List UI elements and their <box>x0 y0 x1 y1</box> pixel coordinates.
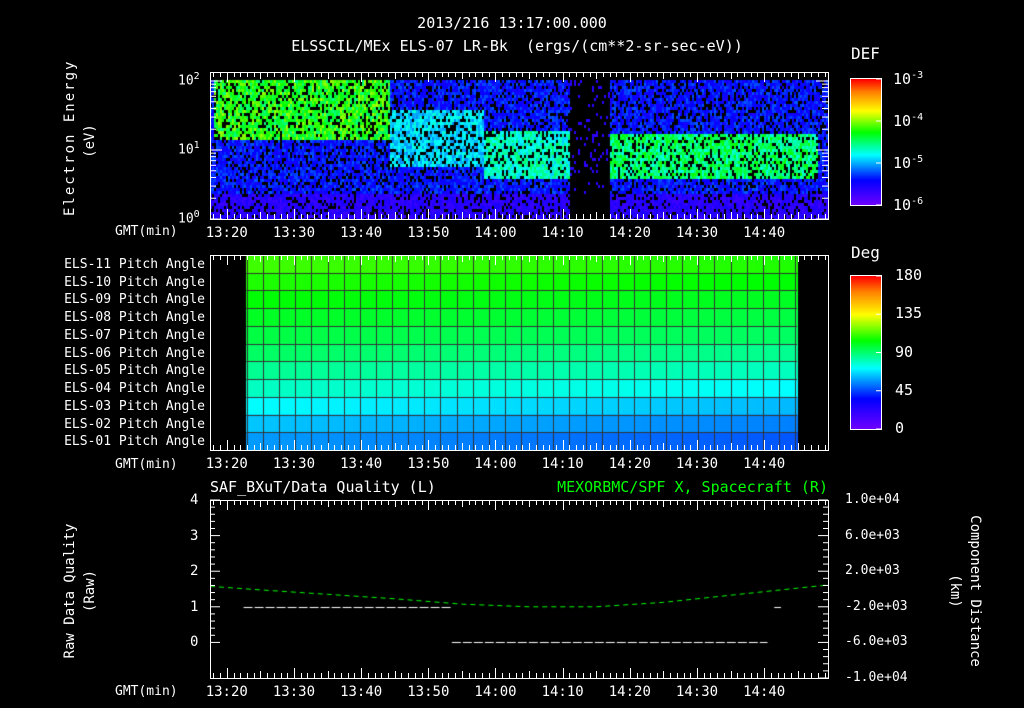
distance-tick-label: -2.0e+03 <box>845 598 908 614</box>
quality-tick-label: 0 <box>190 634 199 651</box>
spectrogram-frame <box>210 72 829 220</box>
energy-tick-label: 101 <box>178 139 200 158</box>
quality-x-tick-label: 13:40 <box>340 684 383 700</box>
pitch-x-tick-label: 13:30 <box>272 456 316 472</box>
spectrogram-x-tick-label: 13:40 <box>340 225 383 241</box>
pitch-x-tick-label: 14:20 <box>608 456 651 472</box>
quality-tick-label: 2 <box>190 563 199 580</box>
def-colorbar-tick-label: 10-6 <box>893 196 924 214</box>
pitch-x-tick-label: 13:50 <box>407 456 450 472</box>
distance-tick-label: 6.0e+03 <box>845 527 900 543</box>
spectrogram-x-tick-label: 14:00 <box>474 225 517 241</box>
deg-colorbar-tick-label: 135 <box>895 304 923 323</box>
pitch-angle-row-label: ELS-11 Pitch Angle <box>64 257 205 272</box>
energy-tick-label: 102 <box>178 70 200 89</box>
spectrogram-x-tick-label: 14:10 <box>541 225 584 241</box>
deg-colorbar-tick-label: 90 <box>895 342 914 361</box>
pitch-angle-row-label: ELS-10 Pitch Angle <box>64 274 205 290</box>
def-colorbar-tick-label: 10-5 <box>893 154 924 172</box>
pitch-x-tick-label: 14:40 <box>743 456 786 472</box>
pitch-angle-row-label: ELS-06 Pitch Angle <box>64 345 205 361</box>
spectrogram-x-tick-label: 14:20 <box>608 225 651 241</box>
spectrogram-x-tick-label: 13:20 <box>205 225 248 241</box>
def-colorbar-tick-label: 10-3 <box>893 70 924 88</box>
quality-x-tick-label: 14:00 <box>474 684 517 700</box>
quality-tick-label: 3 <box>190 527 199 544</box>
distance-tick-label: -1.0e+04 <box>845 670 908 685</box>
deg-colorbar-tick-label: 180 <box>895 266 923 284</box>
quality-tick-label: 4 <box>190 492 199 508</box>
plot-window: 2013/216 13:17:00.000 ELSSCIL/MEx ELS-07… <box>0 0 1024 708</box>
quality-frame <box>210 500 829 679</box>
pitch-x-tick-label: 13:20 <box>205 456 248 472</box>
distance-tick-label: 1.0e+04 <box>845 492 900 507</box>
spectrogram-x-tick-label: 14:30 <box>675 225 719 241</box>
pitch-angle-row-label: ELS-08 Pitch Angle <box>64 310 205 326</box>
deg-colorbar-tick-label: 0 <box>895 419 905 437</box>
quality-x-tick-label: 14:20 <box>608 684 651 700</box>
pitch-x-tick-label: 14:10 <box>541 456 584 472</box>
pitch-angle-row-label: ELS-04 Pitch Angle <box>64 381 205 397</box>
pitch-angle-row-label: ELS-05 Pitch Angle <box>64 363 205 379</box>
quality-x-tick-label: 13:20 <box>205 684 248 700</box>
pitch-x-tick-label: 13:40 <box>340 456 383 472</box>
def-colorbar-tick-label: 10-4 <box>893 112 924 130</box>
distance-tick-label: 2.0e+03 <box>845 563 900 579</box>
pitch-angle-row-label: ELS-03 Pitch Angle <box>64 398 205 414</box>
pitch-angle-row-label: ELS-02 Pitch Angle <box>64 416 205 432</box>
quality-tick-label: 1 <box>190 598 199 615</box>
spectrogram-x-tick-label: 13:30 <box>272 225 316 241</box>
pitch-angle-row-label: ELS-01 Pitch Angle <box>64 434 205 450</box>
quality-x-tick-label: 14:30 <box>675 684 719 700</box>
spectrogram-x-tick-label: 13:50 <box>407 225 450 241</box>
quality-x-tick-label: 13:50 <box>407 684 450 700</box>
energy-tick-label: 100 <box>178 209 200 227</box>
pitch-angle-row-label: ELS-09 Pitch Angle <box>64 292 205 308</box>
quality-x-tick-label: 14:40 <box>743 684 786 700</box>
quality-x-tick-label: 14:10 <box>541 684 584 700</box>
pitch-angle-frame <box>210 255 829 451</box>
deg-colorbar-tick-label: 45 <box>895 380 914 399</box>
spectrogram-x-tick-label: 14:40 <box>743 225 786 241</box>
pitch-x-tick-label: 14:30 <box>675 456 719 472</box>
pitch-angle-row-label: ELS-07 Pitch Angle <box>64 327 205 343</box>
quality-x-tick-label: 13:30 <box>272 684 316 700</box>
distance-tick-label: -6.0e+03 <box>845 634 908 650</box>
pitch-x-tick-label: 14:00 <box>474 456 517 472</box>
